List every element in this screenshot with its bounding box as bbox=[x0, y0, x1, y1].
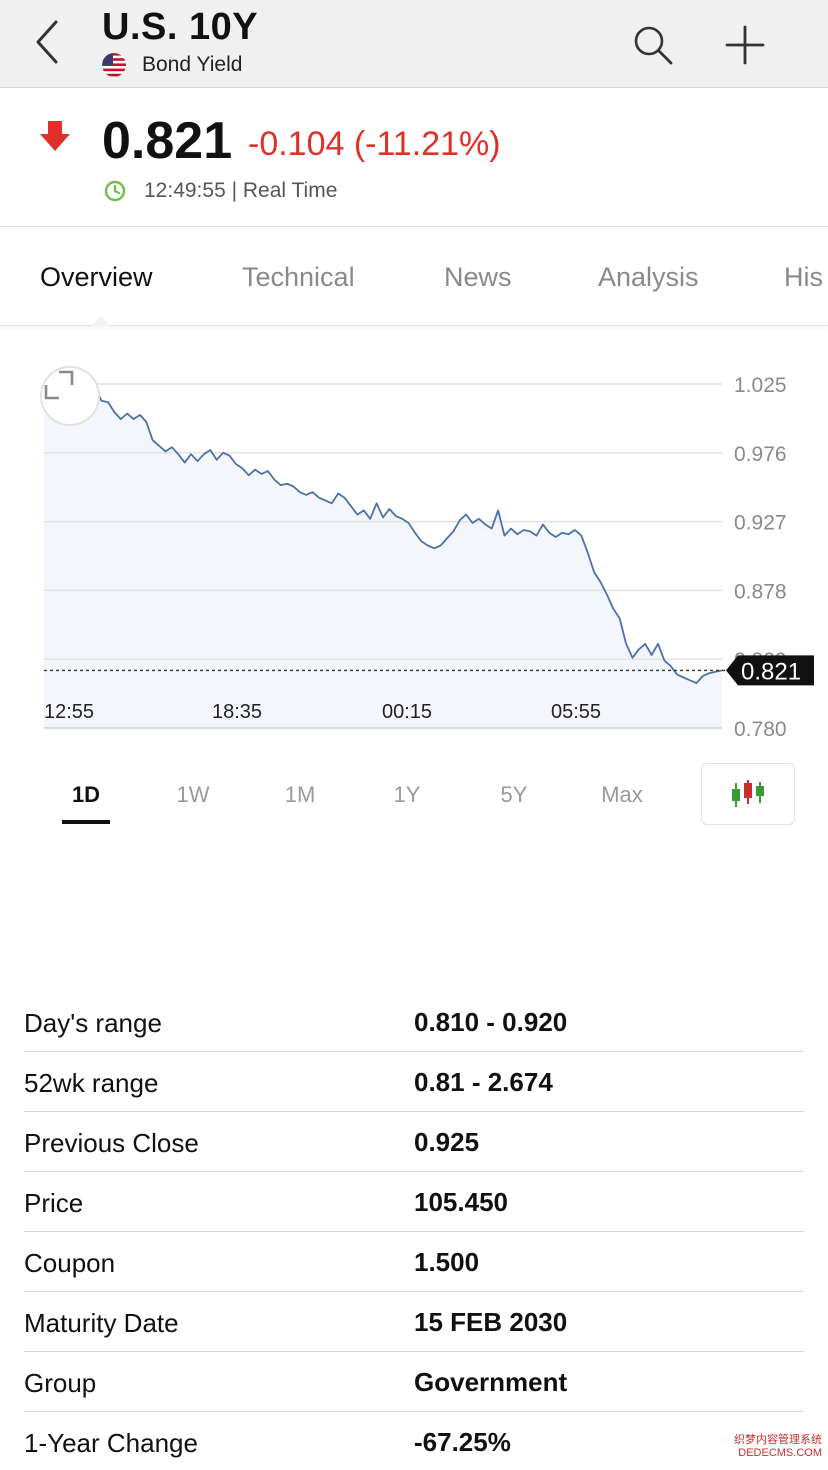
chart-y-tick-label: 0.780 bbox=[734, 718, 787, 741]
stat-row-days-range: Day's range 0.810 - 0.920 bbox=[24, 992, 804, 1052]
stat-row-price: Price 105.450 bbox=[24, 1172, 804, 1232]
stat-label: 1-Year Change bbox=[24, 1428, 198, 1458]
stat-row-maturity-date: Maturity Date 15 FEB 2030 bbox=[24, 1292, 804, 1352]
stat-value: 0.925 bbox=[414, 1127, 480, 1157]
stat-row-1-year-change: 1-Year Change -67.25% bbox=[24, 1412, 804, 1470]
page-title: U.S. 10Y bbox=[102, 6, 259, 48]
chart-y-tick-label: 0.878 bbox=[734, 580, 787, 603]
stat-label: Group bbox=[24, 1368, 97, 1398]
stat-row-coupon: Coupon 1.500 bbox=[24, 1232, 804, 1292]
tab-overview[interactable]: Overview bbox=[40, 262, 153, 293]
price-chart-svg: 1.0250.9760.9270.8780.8290.7800.82112:55… bbox=[43, 374, 814, 741]
stat-label: Price bbox=[24, 1188, 84, 1218]
chart-x-tick-label: 12:55 bbox=[44, 701, 94, 723]
chart-x-tick-label: 05:55 bbox=[551, 701, 601, 723]
active-tab-pointer bbox=[90, 316, 112, 327]
chart-x-tick-label: 00:15 bbox=[382, 701, 432, 723]
instrument-type: Bond Yield bbox=[102, 53, 242, 77]
watermark-line2: DEDECMS.COM bbox=[738, 1447, 822, 1459]
quote-time-text: 12:49:55 | Real Time bbox=[144, 179, 338, 202]
range-max[interactable]: Max bbox=[582, 782, 662, 808]
clock-icon bbox=[104, 180, 126, 202]
key-stats-table: Day's range 0.810 - 0.920 52wk range 0.8… bbox=[24, 992, 804, 1470]
search-button[interactable] bbox=[626, 18, 680, 72]
range-selector: 1D 1W 1M 1Y 5Y Max bbox=[0, 762, 828, 826]
current-price-tag-label: 0.821 bbox=[741, 658, 801, 685]
chart-area-fill bbox=[44, 384, 722, 728]
tab-historical[interactable]: His bbox=[784, 262, 823, 293]
active-range-underline bbox=[62, 820, 110, 824]
stat-value: 0.810 - 0.920 bbox=[414, 1007, 568, 1037]
candlestick-icon bbox=[732, 780, 764, 807]
tab-analysis[interactable]: Analysis bbox=[598, 262, 699, 293]
stat-value: Government bbox=[414, 1367, 568, 1397]
stat-label: 52wk range bbox=[24, 1068, 159, 1098]
range-5y[interactable]: 5Y bbox=[474, 782, 554, 808]
tab-technical[interactable]: Technical bbox=[242, 262, 355, 293]
chevron-left-icon bbox=[36, 20, 58, 64]
range-1d[interactable]: 1D bbox=[46, 782, 126, 808]
stat-row-previous-close: Previous Close 0.925 bbox=[24, 1112, 804, 1172]
app-header: U.S. 10Y Bond Yield bbox=[0, 0, 828, 88]
back-button[interactable] bbox=[22, 14, 72, 70]
tab-news[interactable]: News bbox=[444, 262, 512, 293]
stat-value: 15 FEB 2030 bbox=[414, 1307, 568, 1337]
quote-time: 12:49:55 | Real Time bbox=[104, 179, 337, 203]
stat-value: 1.500 bbox=[414, 1247, 480, 1277]
watermark-line1: 织梦内容管理系统 bbox=[734, 1434, 822, 1446]
expand-chart-button[interactable] bbox=[40, 366, 100, 426]
expand-icon bbox=[44, 370, 74, 400]
tab-bar: Overview Technical News Analysis His bbox=[0, 228, 828, 326]
range-1y[interactable]: 1Y bbox=[367, 782, 447, 808]
chart-y-tick-label: 0.976 bbox=[734, 443, 787, 466]
watermark: 织梦内容管理系统 DEDECMS.COM bbox=[716, 1434, 822, 1460]
price-change: -0.104 (-11.21%) bbox=[248, 125, 501, 163]
subtitle: Bond Yield bbox=[142, 53, 243, 76]
us-flag-icon bbox=[102, 53, 126, 77]
search-icon bbox=[634, 26, 673, 65]
stat-row-group: Group Government bbox=[24, 1352, 804, 1412]
stat-value: -67.25% bbox=[414, 1427, 511, 1457]
stat-label: Maturity Date bbox=[24, 1308, 179, 1338]
arrow-down-icon bbox=[40, 121, 70, 151]
add-to-watchlist-button[interactable] bbox=[718, 18, 772, 72]
plus-icon bbox=[725, 25, 765, 65]
stat-label: Coupon bbox=[24, 1248, 116, 1278]
range-1w[interactable]: 1W bbox=[153, 782, 233, 808]
last-price: 0.821 bbox=[102, 112, 233, 170]
stat-label: Previous Close bbox=[24, 1128, 199, 1158]
chart-x-tick-label: 18:35 bbox=[212, 701, 262, 723]
chart-y-tick-label: 0.927 bbox=[734, 512, 787, 535]
stat-row-52wk-range: 52wk range 0.81 - 2.674 bbox=[24, 1052, 804, 1112]
price-chart[interactable]: 1.0250.9760.9270.8780.8290.7800.82112:55… bbox=[0, 330, 828, 750]
chart-y-tick-label: 1.025 bbox=[734, 374, 787, 397]
candlestick-toggle-button[interactable] bbox=[701, 763, 795, 825]
stat-label: Day's range bbox=[24, 1008, 162, 1038]
quote-panel: 0.821 -0.104 (-11.21%) 12:49:55 | Real T… bbox=[0, 89, 828, 227]
stat-value: 0.81 - 2.674 bbox=[414, 1067, 553, 1097]
range-1m[interactable]: 1M bbox=[260, 782, 340, 808]
stat-value: 105.450 bbox=[414, 1187, 508, 1217]
